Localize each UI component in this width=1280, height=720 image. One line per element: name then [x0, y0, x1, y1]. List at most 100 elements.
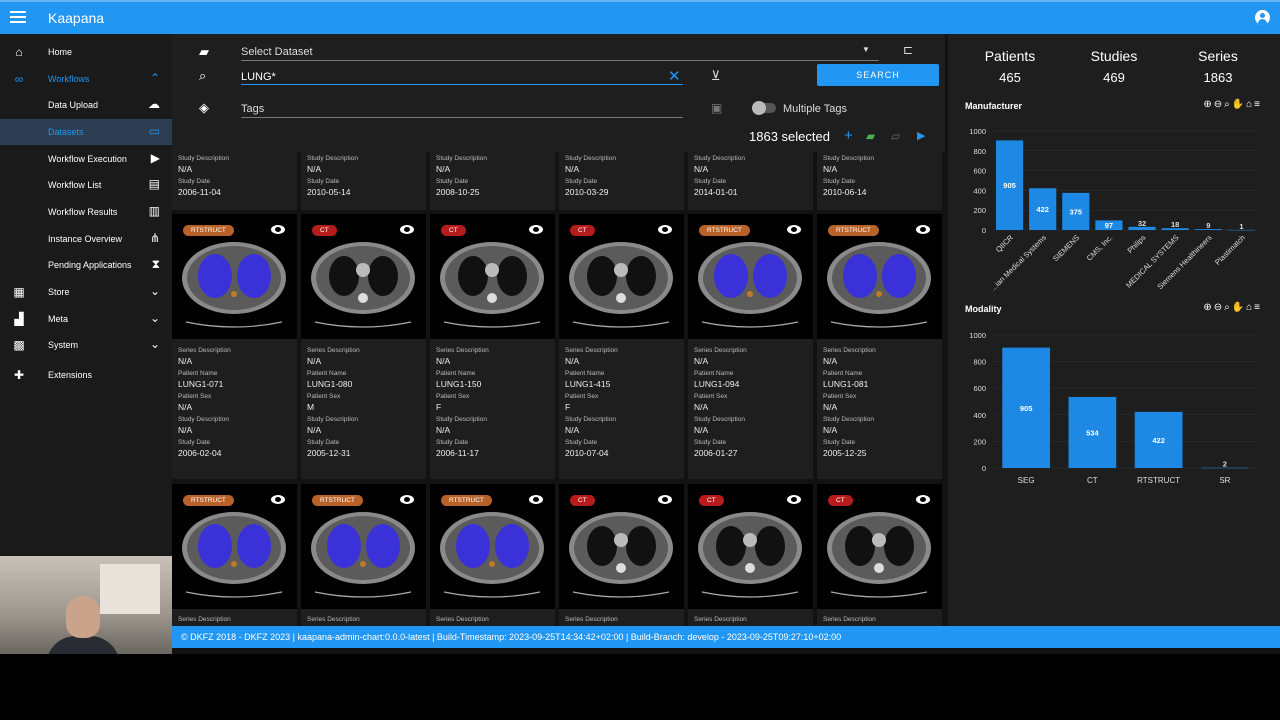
hamburger-menu-icon[interactable]: [10, 9, 26, 25]
eye-icon[interactable]: [529, 495, 543, 504]
series-card[interactable]: Series Description: [559, 609, 684, 626]
folder-remove-icon[interactable]: ▱: [891, 129, 900, 143]
series-card[interactable]: Study Description N/A Study Date 2010-03-29: [559, 152, 684, 210]
series-card[interactable]: Series Description: [301, 609, 426, 626]
series-card[interactable]: Series Description N/A Patient Name LUNG1-1…: [430, 339, 555, 479]
modality-badge: RTSTRUCT: [441, 495, 492, 506]
stat-label: Studies: [1090, 48, 1138, 64]
series-grid: Study Description N/A Study Date 2006-11-04…: [172, 152, 945, 626]
series-card[interactable]: Series Description N/A Patient Name LUNG1-0…: [172, 339, 297, 479]
series-card[interactable]: Study Description N/A Study Date 2006-11-04: [172, 152, 297, 210]
sidebar-item-pending-applications[interactable]: Pending Applications ⧗: [0, 252, 172, 278]
meta-value: 2006-02-04: [178, 448, 222, 458]
sidebar-item-store[interactable]: ▦ Store ⌄: [0, 279, 172, 305]
series-thumbnail[interactable]: CT: [559, 484, 684, 609]
modality-chart-toolbar[interactable]: ⊕⊖⌕✋⌂≡: [1203, 302, 1262, 313]
series-card[interactable]: Study Description N/A Study Date 2010-06-14: [817, 152, 942, 210]
series-meta: Study Description N/A Study Date 2014-01-01: [694, 155, 745, 201]
clear-icon[interactable]: ✕: [668, 67, 681, 85]
meta-value: LUNG1-081: [823, 379, 869, 389]
eye-icon[interactable]: [658, 225, 672, 234]
series-card[interactable]: Study Description N/A Study Date 2010-05-14: [301, 152, 426, 210]
meta-label: Series Description: [694, 347, 747, 354]
eye-icon[interactable]: [271, 225, 285, 234]
series-card[interactable]: Series Description N/A Patient Name LUNG1-0…: [301, 339, 426, 479]
series-card[interactable]: Series Description: [688, 609, 813, 626]
meta-value: F: [436, 402, 442, 412]
series-thumbnail[interactable]: CT: [817, 484, 942, 609]
sidebar-item-workflow-execution[interactable]: Workflow Execution ▶: [0, 146, 172, 172]
filter-add-icon[interactable]: ⊻: [711, 68, 721, 84]
eye-icon[interactable]: [400, 495, 414, 504]
eye-icon[interactable]: [658, 495, 672, 504]
series-thumbnail[interactable]: RTSTRUCT: [301, 484, 426, 609]
sidebar-item-data-upload[interactable]: Data Upload ☁: [0, 92, 172, 118]
series-thumbnail[interactable]: CT: [559, 214, 684, 339]
sidebar-item-system[interactable]: ▩ System ⌄: [0, 332, 172, 358]
add-icon[interactable]: +: [844, 127, 853, 144]
app-window: Kaapana ⌂ Home ∞ Workflows ⌃ Data Upload…: [0, 0, 1280, 654]
series-thumbnail[interactable]: RTSTRUCT: [688, 214, 813, 339]
data-label: 97: [1105, 221, 1113, 230]
filter-panel: ▰ Select Dataset ▼ ⊏ ⌕ LUNG* ✕ ⊻ SEARCH …: [172, 34, 945, 152]
tags-input[interactable]: [241, 117, 683, 118]
multiple-tags-toggle[interactable]: [752, 101, 776, 115]
sidebar-item-instance-overview[interactable]: Instance Overview ⋔: [0, 226, 172, 252]
manufacturer-chart: 1000 800 600 400 200 0 905 QIICR 422 ...ian Medic…: [969, 127, 1258, 292]
x-tick-label: CT: [1087, 476, 1098, 485]
series-card[interactable]: Series Description: [430, 609, 555, 626]
modality-badge: CT: [699, 495, 724, 506]
series-card[interactable]: Study Description N/A Study Date 2014-01-01: [688, 152, 813, 210]
series-card[interactable]: Study Description N/A Study Date 2008-10-25: [430, 152, 555, 210]
save-icon[interactable]: ▣: [711, 101, 722, 115]
meta-value: N/A: [307, 425, 322, 435]
meta-label: Series Description: [694, 616, 747, 623]
sidebar-item-home[interactable]: ⌂ Home: [0, 39, 172, 65]
series-card[interactable]: Series Description: [172, 609, 297, 626]
eye-icon[interactable]: [787, 495, 801, 504]
modality-badge: RTSTRUCT: [183, 495, 234, 506]
series-thumbnail[interactable]: RTSTRUCT: [172, 214, 297, 339]
modality-badge: CT: [570, 225, 595, 236]
series-thumbnail[interactable]: RTSTRUCT: [172, 484, 297, 609]
chevron-down-icon: ⌄: [149, 337, 160, 351]
series-meta: Study Description N/A Study Date 2010-06-14: [823, 155, 874, 201]
search-button[interactable]: SEARCH: [817, 64, 939, 86]
dropdown-arrow-icon[interactable]: ▼: [862, 45, 870, 54]
folder-edit-icon[interactable]: ⊏: [903, 43, 913, 57]
search-input[interactable]: [241, 84, 683, 85]
eye-icon[interactable]: [529, 225, 543, 234]
series-thumbnail[interactable]: CT: [688, 484, 813, 609]
y-tick-label: 400: [973, 411, 986, 420]
series-card[interactable]: Series Description N/A Patient Name LUNG1-0…: [817, 339, 942, 479]
meta-label: Study Date: [307, 439, 340, 446]
dataset-select[interactable]: [241, 60, 879, 61]
meta-value: 2010-07-04: [565, 448, 609, 458]
series-thumbnail[interactable]: CT: [301, 214, 426, 339]
series-thumbnail[interactable]: CT: [430, 214, 555, 339]
account-icon[interactable]: [1255, 10, 1270, 25]
play-icon[interactable]: ▶: [917, 129, 925, 142]
sidebar-item-extensions[interactable]: ✚ Extensions: [0, 362, 172, 388]
sidebar-item-meta[interactable]: ▟ Meta ⌄: [0, 306, 172, 332]
meta-value: 2005-12-31: [307, 448, 351, 458]
manufacturer-chart-toolbar[interactable]: ⊕⊖⌕✋⌂≡: [1203, 99, 1262, 110]
sidebar-item-workflows[interactable]: ∞ Workflows ⌃: [0, 66, 172, 92]
series-thumbnail[interactable]: RTSTRUCT: [430, 484, 555, 609]
eye-icon[interactable]: [916, 495, 930, 504]
eye-icon[interactable]: [787, 225, 801, 234]
sidebar-item-label: Workflow Execution: [48, 154, 127, 164]
folder-add-icon[interactable]: ▰: [866, 129, 875, 143]
series-thumbnail[interactable]: RTSTRUCT: [817, 214, 942, 339]
sidebar-item-datasets[interactable]: Datasets ▭: [0, 119, 172, 145]
chevron-up-icon: ⌃: [149, 71, 160, 85]
meta-value: N/A: [694, 356, 709, 366]
series-card[interactable]: Series Description N/A Patient Name LUNG1-0…: [688, 339, 813, 479]
eye-icon[interactable]: [400, 225, 414, 234]
series-card[interactable]: Series Description N/A Patient Name LUNG1-4…: [559, 339, 684, 479]
sidebar-item-workflow-results[interactable]: Workflow Results ▥: [0, 199, 172, 225]
series-card[interactable]: Series Description: [817, 609, 942, 626]
eye-icon[interactable]: [916, 225, 930, 234]
sidebar-item-workflow-list[interactable]: Workflow List ▤: [0, 172, 172, 198]
eye-icon[interactable]: [271, 495, 285, 504]
